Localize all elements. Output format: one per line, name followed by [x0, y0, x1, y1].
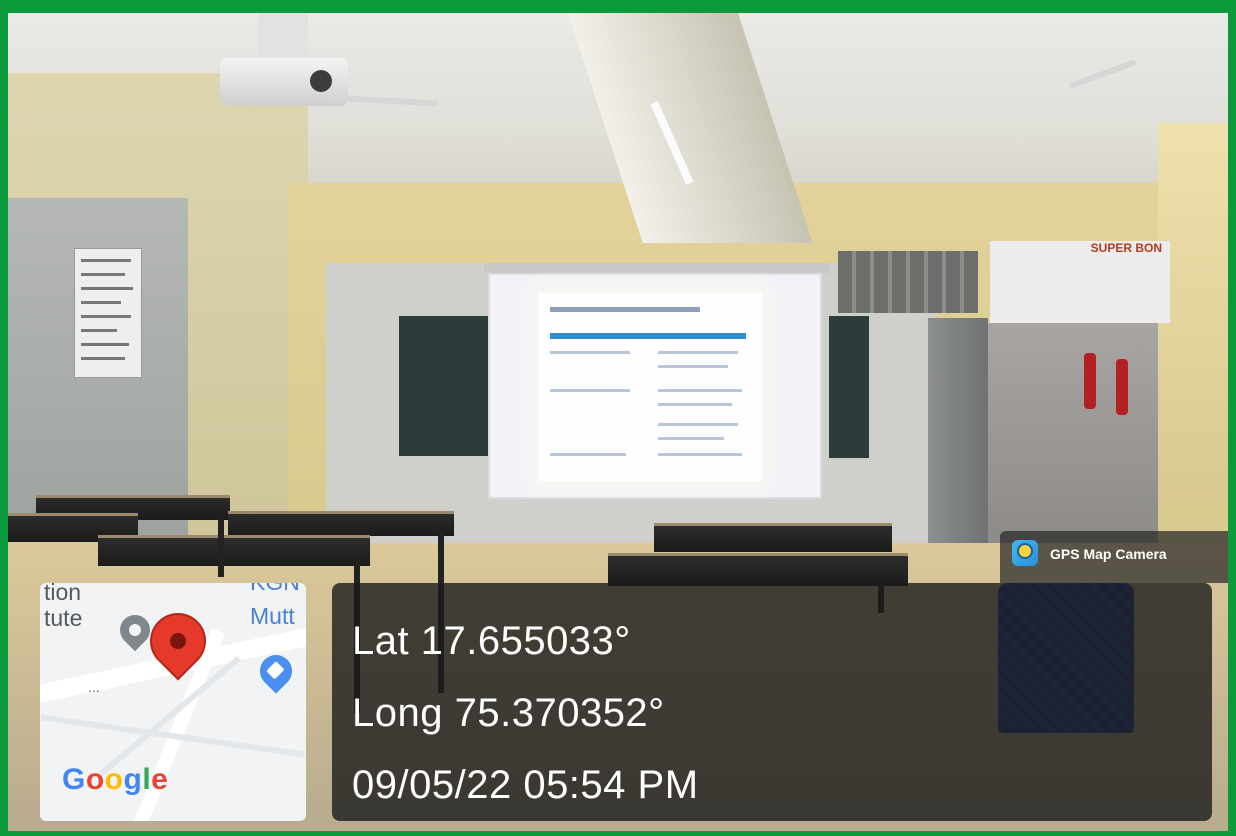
location-map-thumbnail: tion tute KGN Mutt ... Google [40, 583, 306, 821]
google-logo: Google [62, 763, 169, 796]
screen-roller [484, 263, 830, 273]
desk [98, 535, 370, 566]
photo-frame: SUPER BON GPS Map Camera tion tute Mutt … [8, 13, 1228, 831]
desk-leg [218, 517, 224, 577]
window-row [838, 251, 978, 313]
projected-slide [538, 293, 762, 481]
datetime-text: 09/05/22 05:54 PM [352, 763, 699, 807]
green-board-left [396, 313, 496, 459]
stacked-boxes: SUPER BON [990, 241, 1170, 323]
place-pin-icon [113, 608, 157, 652]
map-more-dots: ... [88, 679, 100, 695]
gps-map-camera-label: GPS Map Camera [1050, 546, 1167, 562]
latitude-text: Lat 17.655033° [352, 619, 631, 663]
map-place-label: KGN [250, 583, 300, 596]
wall-poster [74, 248, 142, 378]
projector-mount [258, 13, 308, 61]
gps-map-camera-app-icon [1012, 540, 1038, 566]
map-place-label: tion [44, 583, 82, 605]
desk [608, 553, 908, 586]
longitude-text: Long 75.370352° [352, 691, 665, 735]
map-place-label: Mutt [250, 603, 295, 629]
desk [654, 523, 892, 552]
boxes-brand-text: SUPER BON [1090, 241, 1162, 255]
projector-lens [310, 70, 332, 92]
desk [228, 511, 454, 536]
map-place-label: tute [44, 605, 83, 631]
location-info-panel: Lat 17.655033° Long 75.370352° 09/05/22 … [332, 583, 1212, 821]
green-board-right [826, 313, 872, 461]
gps-map-camera-badge: GPS Map Camera [1000, 531, 1228, 583]
fire-extinguisher [1084, 353, 1096, 409]
fire-extinguisher [1116, 359, 1128, 415]
